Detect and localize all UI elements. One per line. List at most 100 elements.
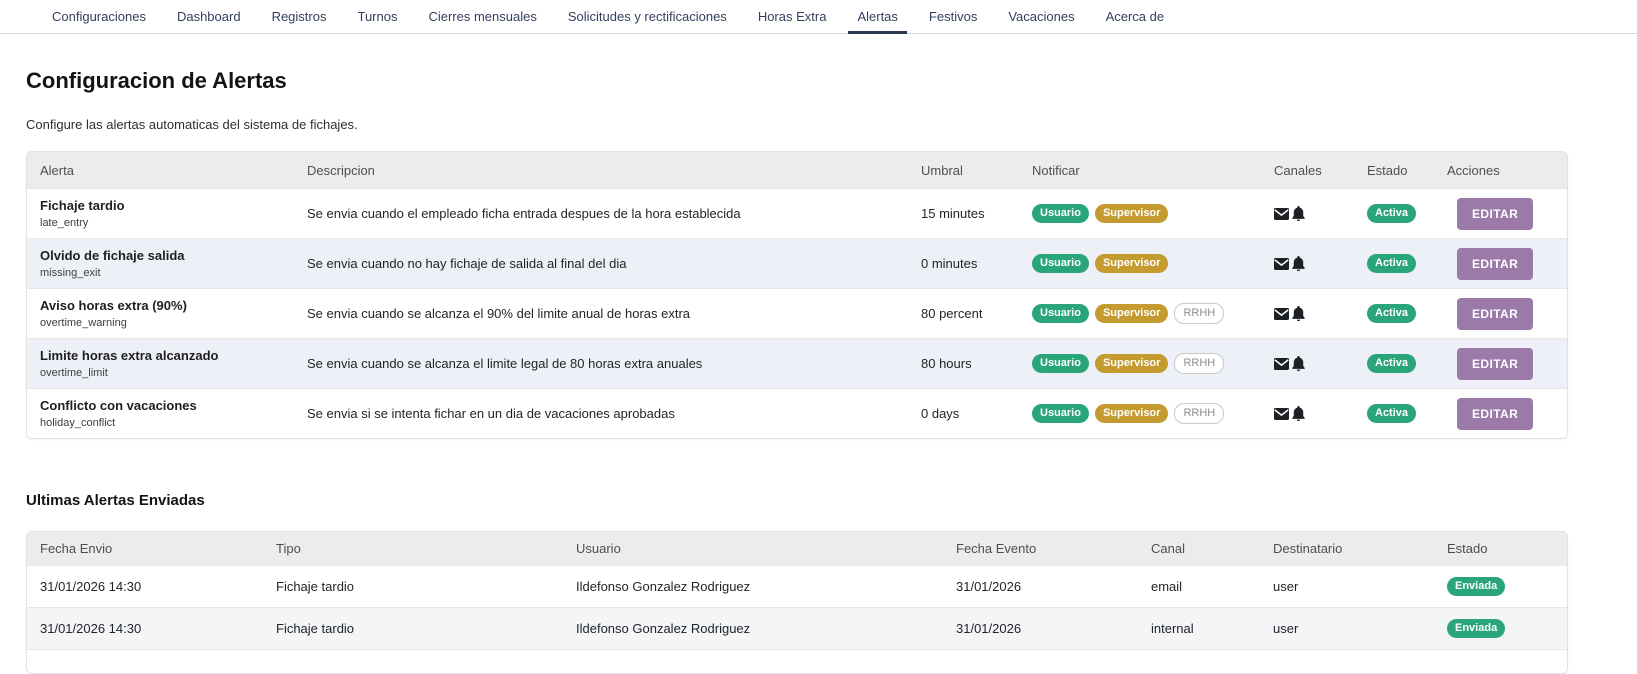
bell-icon	[1292, 256, 1305, 271]
sent-table-header: Fecha Envio Tipo Usuario Fecha Evento Ca…	[27, 532, 1567, 565]
nav-tab-festivos[interactable]: Festivos	[929, 0, 977, 33]
supervisor-badge: Supervisor	[1095, 204, 1168, 223]
col-header-canal: Canal	[1151, 541, 1273, 556]
email-icon	[1274, 358, 1289, 370]
sent-fecha-envio: 31/01/2026 14:30	[27, 579, 276, 594]
usuario-badge: Usuario	[1032, 204, 1089, 223]
col-header-fecha-evento: Fecha Evento	[956, 541, 1151, 556]
actions-cell: EDITAR	[1447, 298, 1567, 330]
sent-usuario: Ildefonso Gonzalez Rodriguez	[576, 579, 956, 594]
edit-button[interactable]: EDITAR	[1457, 198, 1533, 230]
notify-badges: Usuario Supervisor RRHH	[1032, 303, 1274, 324]
status-badge: Activa	[1367, 204, 1416, 223]
sent-fecha-evento: 31/01/2026	[956, 579, 1151, 594]
alert-code: holiday_conflict	[40, 417, 307, 429]
edit-button[interactable]: EDITAR	[1457, 348, 1533, 380]
col-header-estado: Estado	[1367, 163, 1447, 178]
usuario-badge: Usuario	[1032, 404, 1089, 423]
alert-threshold: 15 minutes	[921, 206, 1032, 221]
estado-cell: Activa	[1367, 354, 1447, 373]
estado-cell: Activa	[1367, 254, 1447, 273]
notify-badges: Usuario Supervisor	[1032, 254, 1274, 273]
actions-cell: EDITAR	[1447, 198, 1567, 230]
sent-status-badge: Enviada	[1447, 619, 1505, 638]
nav-tab-cierres-mensuales[interactable]: Cierres mensuales	[428, 0, 536, 33]
nav-tab-alertas[interactable]: Alertas	[857, 0, 897, 33]
sent-canal: email	[1151, 579, 1273, 594]
sent-tipo: Fichaje tardio	[276, 621, 576, 636]
alert-name: Aviso horas extra (90%)	[40, 298, 307, 313]
notify-badges: Usuario Supervisor RRHH	[1032, 403, 1274, 424]
status-badge: Activa	[1367, 404, 1416, 423]
actions-cell: EDITAR	[1447, 398, 1567, 430]
col-header-tipo: Tipo	[276, 541, 576, 556]
col-header-umbral: Umbral	[921, 163, 1032, 178]
sent-alert-row: 31/01/2026 14:30 Fichaje tardio Ildefons…	[27, 565, 1567, 607]
usuario-badge: Usuario	[1032, 354, 1089, 373]
channels	[1274, 256, 1367, 271]
sent-alerts-table: Fecha Envio Tipo Usuario Fecha Evento Ca…	[26, 531, 1568, 674]
email-icon	[1274, 258, 1289, 270]
alert-threshold: 80 percent	[921, 306, 1032, 321]
supervisor-badge: Supervisor	[1095, 254, 1168, 273]
status-badge: Activa	[1367, 254, 1416, 273]
usuario-badge: Usuario	[1032, 304, 1089, 323]
alert-threshold: 80 hours	[921, 356, 1032, 371]
nav-tab-dashboard[interactable]: Dashboard	[177, 0, 241, 33]
nav-tab-acerca-de[interactable]: Acerca de	[1106, 0, 1165, 33]
col-header-canales: Canales	[1274, 163, 1367, 178]
usuario-badge: Usuario	[1032, 254, 1089, 273]
status-badge: Activa	[1367, 304, 1416, 323]
bell-icon	[1292, 406, 1305, 421]
alert-row-overtime-warning: Aviso horas extra (90%) overtime_warning…	[27, 288, 1567, 338]
rrhh-badge: RRHH	[1174, 403, 1224, 424]
alert-code: overtime_warning	[40, 317, 307, 329]
estado-cell: Activa	[1367, 404, 1447, 423]
nav-tab-solicitudes[interactable]: Solicitudes y rectificaciones	[568, 0, 727, 33]
sent-fecha-evento: 31/01/2026	[956, 621, 1151, 636]
supervisor-badge: Supervisor	[1095, 404, 1168, 423]
col-header-alerta: Alerta	[27, 163, 307, 178]
sent-alert-row: 31/01/2026 14:30 Fichaje tardio Ildefons…	[27, 607, 1567, 649]
rrhh-badge: RRHH	[1174, 353, 1224, 374]
status-badge: Activa	[1367, 354, 1416, 373]
channels	[1274, 406, 1367, 421]
notify-badges: Usuario Supervisor	[1032, 204, 1274, 223]
supervisor-badge: Supervisor	[1095, 354, 1168, 373]
channels	[1274, 306, 1367, 321]
alert-cell: Fichaje tardio late_entry	[27, 198, 307, 229]
alert-description: Se envia cuando se alcanza el limite leg…	[307, 356, 921, 371]
top-nav: Configuraciones Dashboard Registros Turn…	[0, 0, 1637, 34]
sent-canal: internal	[1151, 621, 1273, 636]
alert-code: late_entry	[40, 217, 307, 229]
edit-button[interactable]: EDITAR	[1457, 298, 1533, 330]
alert-row-overtime-limit: Limite horas extra alcanzado overtime_li…	[27, 338, 1567, 388]
sent-alerts-title: Ultimas Alertas Enviadas	[26, 492, 1637, 509]
alerts-config-table: Alerta Descripcion Umbral Notificar Cana…	[26, 151, 1568, 439]
email-icon	[1274, 208, 1289, 220]
col-header-estado: Estado	[1447, 541, 1567, 556]
email-icon	[1274, 308, 1289, 320]
sent-destinatario: user	[1273, 621, 1447, 636]
alert-name: Limite horas extra alcanzado	[40, 348, 307, 363]
edit-button[interactable]: EDITAR	[1457, 398, 1533, 430]
nav-tab-configuraciones[interactable]: Configuraciones	[52, 0, 146, 33]
nav-tab-horas-extra[interactable]: Horas Extra	[758, 0, 827, 33]
edit-button[interactable]: EDITAR	[1457, 248, 1533, 280]
actions-cell: EDITAR	[1447, 248, 1567, 280]
col-header-destinatario: Destinatario	[1273, 541, 1447, 556]
nav-tab-registros[interactable]: Registros	[272, 0, 327, 33]
col-header-fecha-envio: Fecha Envio	[27, 541, 276, 556]
sent-status-badge: Enviada	[1447, 577, 1505, 596]
alert-row-late-entry: Fichaje tardio late_entry Se envia cuand…	[27, 188, 1567, 238]
nav-tab-vacaciones[interactable]: Vacaciones	[1008, 0, 1074, 33]
alert-code: overtime_limit	[40, 367, 307, 379]
supervisor-badge: Supervisor	[1095, 304, 1168, 323]
alert-name: Olvido de fichaje salida	[40, 248, 307, 263]
estado-cell: Activa	[1367, 204, 1447, 223]
sent-tipo: Fichaje tardio	[276, 579, 576, 594]
col-header-usuario: Usuario	[576, 541, 956, 556]
nav-tab-turnos[interactable]: Turnos	[357, 0, 397, 33]
page-subtitle: Configure las alertas automaticas del si…	[26, 117, 1637, 132]
alert-description: Se envia cuando se alcanza el 90% del li…	[307, 306, 921, 321]
